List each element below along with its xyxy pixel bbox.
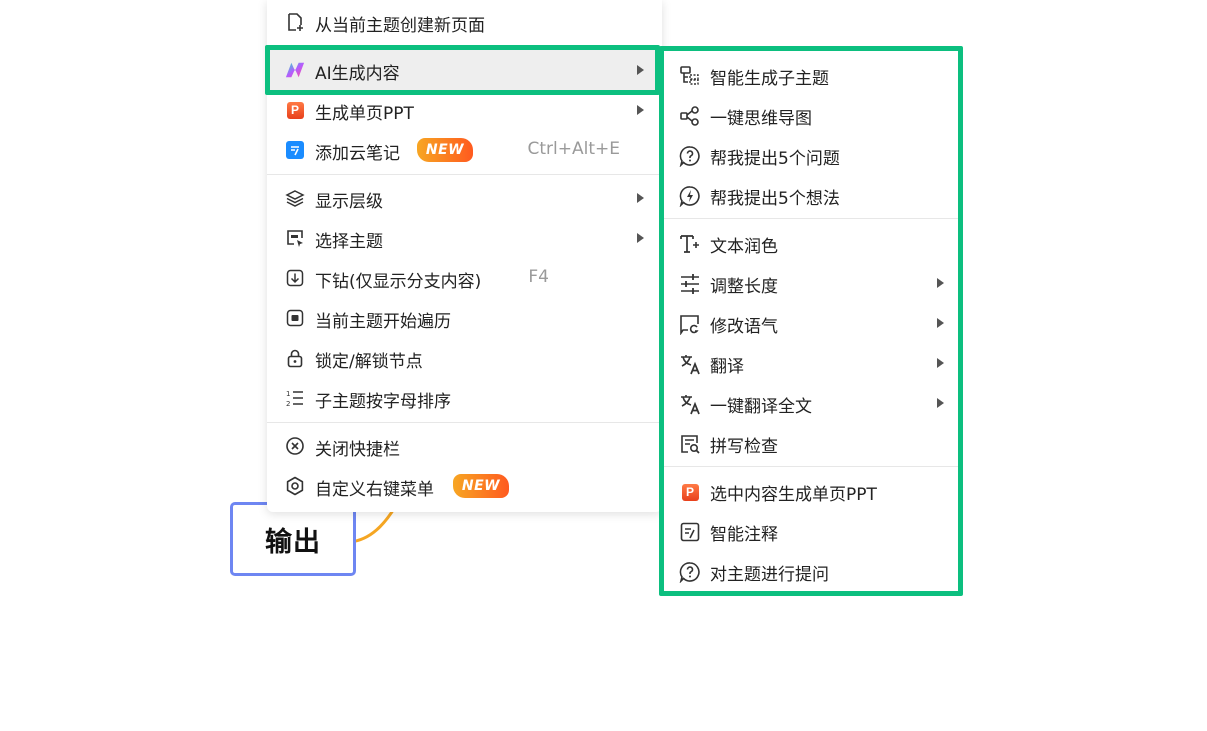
svg-text:2: 2 (286, 400, 290, 408)
new-page-icon (285, 12, 305, 32)
submenu-item-spell-check[interactable]: 拼写检查 (664, 423, 958, 463)
menu-item-label: 添加云笔记 (315, 144, 400, 164)
submenu-item-adjust-length[interactable]: 调整长度 (664, 263, 958, 303)
ppt-icon: P (679, 481, 701, 503)
subtopic-tree-icon (679, 65, 701, 87)
smart-note-icon (679, 521, 701, 543)
submenu-arrow-icon (637, 65, 644, 75)
menu-item-label: 从当前主题创建新页面 (315, 16, 485, 36)
submenu-item-label: 一键思维导图 (710, 109, 812, 129)
adjust-sliders-icon (679, 273, 701, 295)
submenu-item-label: 智能注释 (710, 525, 778, 545)
close-circle-icon (285, 436, 305, 456)
submenu-item-label: 智能生成子主题 (710, 69, 829, 89)
menu-item-lock[interactable]: 锁定/解锁节点 (267, 338, 662, 378)
menu-item-customize-menu[interactable]: 自定义右键菜单 NEW (267, 466, 662, 506)
menu-item-label: 子主题按字母排序 (315, 392, 451, 412)
menu-item-traverse[interactable]: 当前主题开始遍历 (267, 298, 662, 338)
menu-item-generate-ppt[interactable]: P 生成单页PPT (267, 90, 662, 130)
submenu-item-label: 修改语气 (710, 317, 778, 337)
submenu-arrow-icon (937, 318, 944, 328)
mindmap-share-icon (679, 105, 701, 127)
translate-all-icon (679, 393, 701, 415)
submenu-item-ask-topic[interactable]: 对主题进行提问 (664, 551, 958, 591)
menu-item-label: 锁定/解锁节点 (315, 352, 423, 372)
settings-gear-icon (285, 476, 305, 496)
submenu-item-selection-ppt[interactable]: P 选中内容生成单页PPT (664, 471, 958, 511)
submenu-arrow-icon (637, 193, 644, 203)
submenu-item-label: 一键翻译全文 (710, 397, 812, 417)
submenu-item-label: 帮我提出5个想法 (710, 189, 840, 209)
menu-item-close-quickbar[interactable]: 关闭快捷栏 (267, 426, 662, 466)
submenu-item-label: 拼写检查 (710, 437, 778, 457)
menu-item-label: 显示层级 (315, 192, 383, 212)
submenu-arrow-icon (937, 278, 944, 288)
menu-item-label: 生成单页PPT (315, 104, 414, 124)
menu-item-label: 当前主题开始遍历 (315, 312, 451, 332)
ai-submenu: 智能生成子主题 一键思维导图 帮我提出5个问题 帮我提出5个想法 文本润色 调整… (659, 46, 963, 596)
menu-item-ai-generate[interactable]: AI生成内容 (267, 50, 662, 90)
submenu-item-label: 翻译 (710, 357, 744, 377)
ask-question-icon (679, 561, 701, 583)
layers-icon (285, 188, 305, 208)
submenu-item-label: 选中内容生成单页PPT (710, 485, 877, 505)
submenu-arrow-icon (937, 398, 944, 408)
spell-check-icon (679, 433, 701, 455)
drill-down-icon (285, 268, 305, 288)
menu-item-label: 选择主题 (315, 232, 383, 252)
menu-item-label: 自定义右键菜单 (315, 480, 434, 500)
new-badge: NEW (417, 138, 473, 162)
submenu-item-five-ideas[interactable]: 帮我提出5个想法 (664, 175, 958, 215)
submenu-item-polish[interactable]: 文本润色 (664, 223, 958, 263)
submenu-item-translate[interactable]: 翻译 (664, 343, 958, 383)
menu-divider (267, 174, 662, 175)
mindmap-node[interactable]: 输出 (230, 502, 356, 576)
svg-text:1: 1 (286, 390, 290, 398)
shortcut-text: Ctrl+Alt+E (527, 139, 621, 159)
idea-bulb-icon (679, 185, 701, 207)
submenu-item-gen-subtopics[interactable]: 智能生成子主题 (664, 55, 958, 95)
node-label: 输出 (265, 526, 321, 558)
submenu-arrow-icon (637, 233, 644, 243)
submenu-item-five-questions[interactable]: 帮我提出5个问题 (664, 135, 958, 175)
text-polish-icon (679, 233, 701, 255)
submenu-item-label: 帮我提出5个问题 (710, 149, 840, 169)
question-circle-icon (679, 145, 701, 167)
menu-item-add-cloud-note[interactable]: 添加云笔记 NEW Ctrl+Alt+E (267, 130, 662, 170)
submenu-item-smart-note[interactable]: 智能注释 (664, 511, 958, 551)
submenu-item-translate-all[interactable]: 一键翻译全文 (664, 383, 958, 423)
context-menu: 从当前主题创建新页面 AI生成内容 P 生成单页PPT 添加云笔记 NEW Ct… (267, 0, 662, 512)
menu-item-show-levels[interactable]: 显示层级 (267, 178, 662, 218)
submenu-divider (664, 218, 958, 219)
sort-list-icon: 12 (285, 388, 305, 408)
traverse-icon (285, 308, 305, 328)
lock-icon (285, 348, 305, 368)
cloud-note-icon (285, 140, 305, 160)
menu-divider (267, 422, 662, 423)
translate-icon (679, 353, 701, 375)
submenu-divider (664, 466, 958, 467)
submenu-item-label: 对主题进行提问 (710, 565, 829, 585)
menu-item-label: AI生成内容 (315, 64, 400, 84)
menu-item-select-topic[interactable]: 选择主题 (267, 218, 662, 258)
menu-item-label: 下钻(仅显示分支内容) (315, 272, 482, 292)
submenu-item-mindmap[interactable]: 一键思维导图 (664, 95, 958, 135)
new-badge: NEW (453, 474, 509, 498)
tone-chat-icon (679, 313, 701, 335)
ai-logo-icon (285, 60, 305, 80)
submenu-arrow-icon (937, 358, 944, 368)
menu-item-label: 关闭快捷栏 (315, 440, 400, 460)
ppt-icon: P (285, 100, 305, 120)
menu-item-create-page[interactable]: 从当前主题创建新页面 (267, 2, 662, 42)
submenu-item-label: 文本润色 (710, 237, 778, 257)
submenu-item-tone[interactable]: 修改语气 (664, 303, 958, 343)
shortcut-text: F4 (528, 267, 549, 287)
menu-item-sort[interactable]: 12 子主题按字母排序 (267, 378, 662, 418)
submenu-item-label: 调整长度 (710, 277, 778, 297)
submenu-arrow-icon (637, 105, 644, 115)
select-topic-icon (285, 228, 305, 248)
menu-item-drill-down[interactable]: 下钻(仅显示分支内容) F4 (267, 258, 662, 298)
